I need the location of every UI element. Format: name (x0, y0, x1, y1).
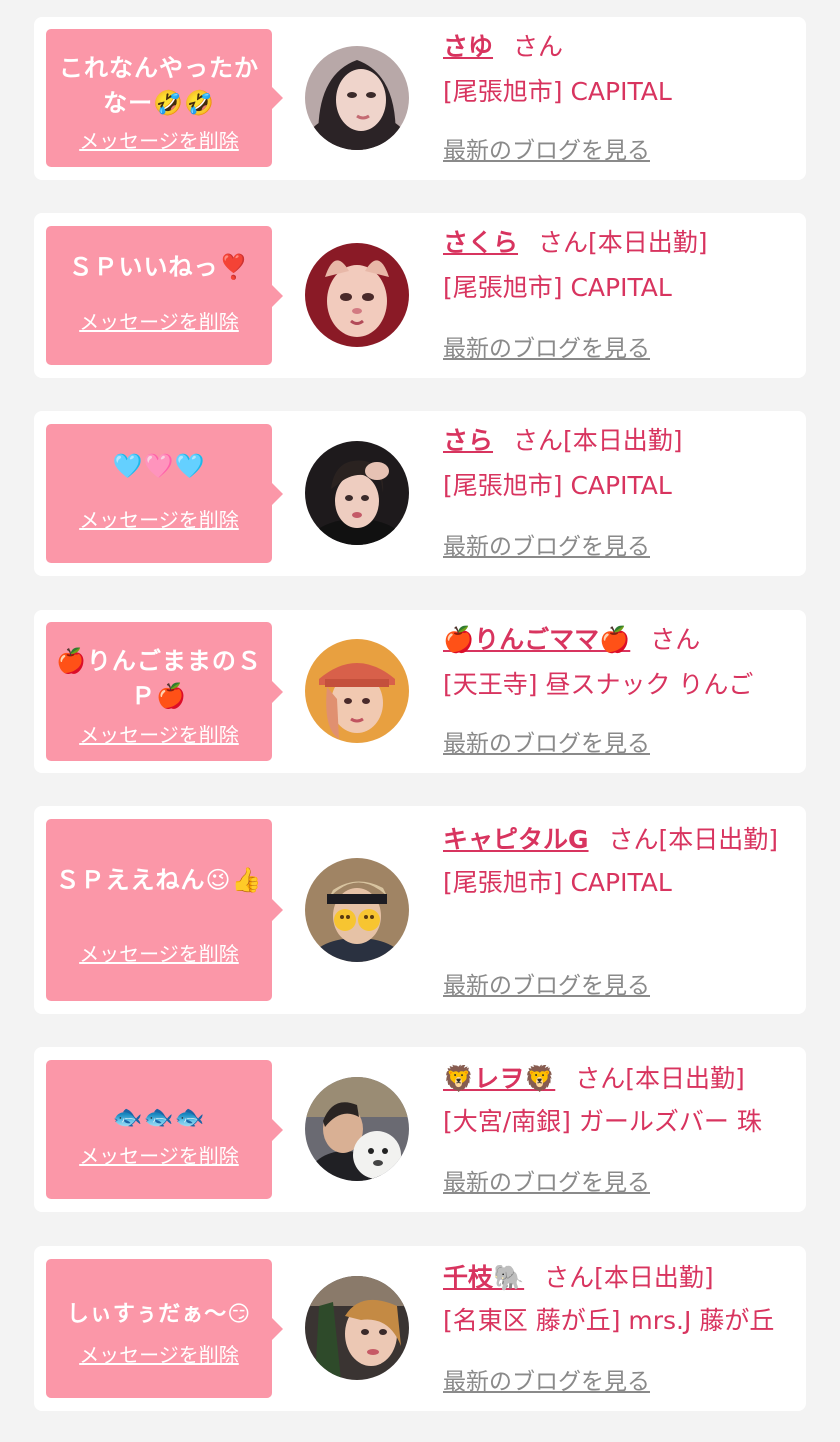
profile-name-link[interactable]: 🦁レヲ🦁 (443, 1064, 555, 1093)
list-item: 🐟🐟🐟 メッセージを削除 🦁レヲ🦁 さん[本日出勤] [大宮/南銀] ガールズバー… (34, 1047, 806, 1212)
delete-message-link[interactable]: メッセージを削除 (46, 306, 272, 335)
shop-label: [尾張旭市] CAPITAL (443, 868, 672, 897)
profile-name-link[interactable]: 🍎りんごママ🍎 (443, 625, 630, 654)
delete-message-link[interactable]: メッセージを削除 (46, 719, 272, 748)
message-bubble: 🩵🩷🩵 メッセージを削除 (46, 424, 283, 563)
profile-info: さゆ さん [尾張旭市] CAPITAL (443, 27, 796, 112)
honorific: さん (650, 625, 701, 654)
attendance-badge: [本日出勤] (625, 1064, 745, 1093)
shop-label: [大宮/南銀] ガールズバー 珠 (443, 1107, 762, 1136)
avatar[interactable] (305, 639, 409, 743)
profile-info: さら さん[本日出勤] [尾張旭市] CAPITAL (443, 421, 796, 506)
attendance-badge: [本日出勤] (658, 825, 779, 854)
profile-info: キャピタルG さん[本日出勤] [尾張旭市] CAPITAL (443, 820, 796, 903)
avatar[interactable] (305, 243, 409, 347)
avatar[interactable] (305, 441, 409, 545)
delete-message-link[interactable]: メッセージを削除 (46, 125, 272, 154)
message-bubble: 🐟🐟🐟 メッセージを削除 (46, 1060, 283, 1199)
honorific: さん (544, 1263, 595, 1292)
message-text: これなんやったかなー🤣🤣 (59, 54, 259, 117)
attendance-badge: [本日出勤] (563, 426, 683, 455)
profile-info: さくら さん[本日出勤] [尾張旭市] CAPITAL (443, 223, 796, 308)
delete-message-link[interactable]: メッセージを削除 (46, 1339, 272, 1368)
honorific: さん (513, 426, 564, 455)
message-text: ＳＰいいねっ❣️ (68, 253, 250, 281)
avatar[interactable] (305, 858, 409, 962)
delete-message-link[interactable]: メッセージを削除 (46, 938, 272, 967)
attendance-badge: [本日出勤] (594, 1263, 714, 1292)
latest-blog-link[interactable]: 最新のブログを見る (443, 724, 650, 758)
profile-name-link[interactable]: さら (443, 426, 493, 455)
attendance-badge: [本日出勤] (588, 228, 708, 257)
message-bubble: しぃすぅだぁ〜😏 メッセージを削除 (46, 1259, 283, 1398)
honorific: さん (513, 32, 564, 61)
delete-message-link[interactable]: メッセージを削除 (46, 504, 272, 533)
shop-label: [尾張旭市] CAPITAL (443, 273, 672, 302)
list-item: ＳＰいいねっ❣️ メッセージを削除 さくら さん[本日出勤] [尾張旭市] CAP… (34, 213, 806, 378)
latest-blog-link[interactable]: 最新のブログを見る (443, 527, 650, 561)
latest-blog-link[interactable]: 最新のブログを見る (443, 966, 650, 1000)
honorific: さん (575, 1064, 626, 1093)
latest-blog-link[interactable]: 最新のブログを見る (443, 329, 650, 363)
avatar[interactable] (305, 1276, 409, 1380)
profile-info: 千枝🐘 さん[本日出勤] [名東区 藤が丘] mrs.J 藤が丘 (443, 1258, 796, 1341)
message-text: しぃすぅだぁ〜😏 (66, 1302, 252, 1327)
message-bubble: これなんやったかなー🤣🤣 メッセージを削除 (46, 29, 283, 167)
profile-name-link[interactable]: さゆ (443, 32, 493, 61)
avatar[interactable] (305, 46, 409, 150)
honorific: さん (538, 228, 589, 257)
list-item: 🍎りんごままのＳＰ🍎 メッセージを削除 🍎りんごママ🍎 さん [天王寺] 昼スナッ… (34, 610, 806, 773)
list-item: ＳＰええねん😉👍 メッセージを削除 キャピタルG さん[本日出勤] [尾張旭市] … (34, 806, 806, 1014)
shop-label: [名東区 藤が丘] mrs.J 藤が丘 (443, 1306, 775, 1335)
message-bubble: ＳＰいいねっ❣️ メッセージを削除 (46, 226, 283, 365)
list-item: 🩵🩷🩵 メッセージを削除 さら さん[本日出勤] [尾張旭市] CAPITAL 最… (34, 411, 806, 576)
honorific: さん (608, 825, 659, 854)
latest-blog-link[interactable]: 最新のブログを見る (443, 131, 650, 165)
delete-message-link[interactable]: メッセージを削除 (46, 1140, 272, 1169)
message-text: 🩵🩷🩵 (112, 452, 206, 480)
shop-label: [尾張旭市] CAPITAL (443, 77, 672, 106)
latest-blog-link[interactable]: 最新のブログを見る (443, 1362, 650, 1396)
profile-name-link[interactable]: さくら (443, 228, 518, 257)
message-list: これなんやったかなー🤣🤣 メッセージを削除 さゆ さん [尾張旭市] CAPITA… (0, 0, 840, 1442)
list-item: しぃすぅだぁ〜😏 メッセージを削除 千枝🐘 さん[本日出勤] [名東区 藤が丘] … (34, 1246, 806, 1411)
message-text: ＳＰええねん😉👍 (55, 866, 263, 894)
shop-label: [天王寺] 昼スナック りんご (443, 670, 754, 699)
profile-name-link[interactable]: 千枝🐘 (443, 1263, 524, 1292)
latest-blog-link[interactable]: 最新のブログを見る (443, 1163, 650, 1197)
profile-name-link[interactable]: キャピタルG (443, 825, 589, 854)
message-bubble: 🍎りんごままのＳＰ🍎 メッセージを削除 (46, 622, 283, 761)
shop-label: [尾張旭市] CAPITAL (443, 471, 672, 500)
profile-info: 🦁レヲ🦁 さん[本日出勤] [大宮/南銀] ガールズバー 珠 (443, 1059, 796, 1142)
profile-info: 🍎りんごママ🍎 さん [天王寺] 昼スナック りんご (443, 620, 796, 705)
avatar[interactable] (305, 1077, 409, 1181)
message-text: 🐟🐟🐟 (112, 1103, 206, 1131)
list-item: これなんやったかなー🤣🤣 メッセージを削除 さゆ さん [尾張旭市] CAPITA… (34, 17, 806, 180)
message-bubble: ＳＰええねん😉👍 メッセージを削除 (46, 819, 283, 1001)
message-text: 🍎りんごままのＳＰ🍎 (56, 647, 262, 710)
